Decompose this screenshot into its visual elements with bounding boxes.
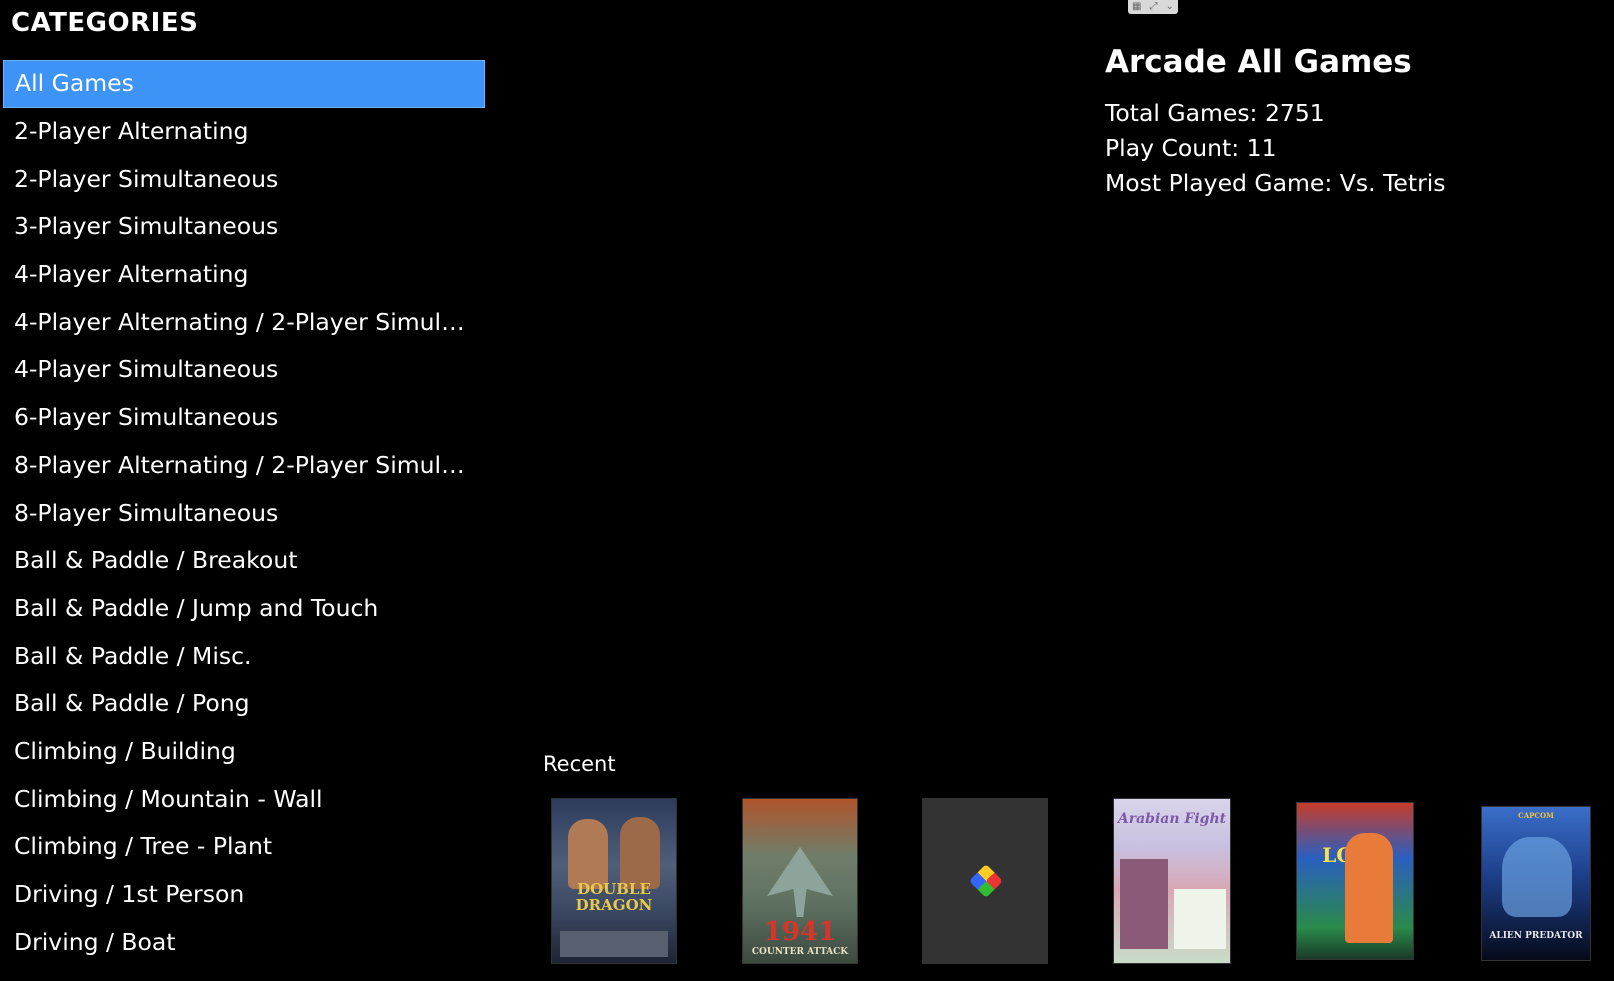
category-item[interactable]: 4-Player Alternating [3,251,485,299]
recent-label: Recent [543,752,616,776]
category-item[interactable]: Climbing / Tree - Plant [3,823,485,871]
category-item[interactable]: 3-Player Simultaneous [3,203,485,251]
recent-game-1941-counter-attack[interactable]: 1941 COUNTER ATTACK [742,798,858,964]
category-item[interactable]: Ball & Paddle / Misc. [3,633,485,681]
category-item[interactable]: Ball & Paddle / Jump and Touch [3,585,485,633]
play-count-stat: Play Count: 11 [1105,134,1277,162]
cube-icon [969,864,1003,898]
recent-game-arabian-fight[interactable]: Arabian Fight [1113,798,1231,964]
category-item[interactable]: 2-Player Alternating [3,108,485,156]
category-item[interactable]: 8-Player Simultaneous [3,490,485,538]
thumb-title: 1941 [763,917,837,947]
category-item[interactable]: Climbing / Building [3,728,485,776]
category-list: All Games 2-Player Alternating 2-Player … [3,60,485,966]
thumb-title: ALIEN PREDATOR [1489,931,1583,941]
recent-game-placeholder[interactable] [922,798,1048,964]
recent-game-lord-of-gun[interactable]: LORD [1296,802,1414,960]
thumb-title: DOUBLE DRAGON [575,880,653,914]
category-item[interactable]: Driving / Boat [3,919,485,967]
category-item[interactable]: 4-Player Simultaneous [3,346,485,394]
expand-icon[interactable]: ⤢ [1150,1,1158,13]
platform-title: Arcade All Games [1105,44,1412,80]
category-item[interactable]: Ball & Paddle / Pong [3,680,485,728]
recent-game-alien-vs-predator[interactable]: CAPCOM ALIEN PREDATOR [1481,806,1591,961]
category-item[interactable]: 2-Player Simultaneous [3,156,485,204]
category-item[interactable]: 4-Player Alternating / 2-Player Simult..… [3,299,485,347]
grid-view-icon[interactable]: ▦ [1132,1,1141,13]
categories-title: CATEGORIES [11,8,199,38]
category-item[interactable]: Ball & Paddle / Breakout [3,537,485,585]
category-item[interactable]: Driving / 1st Person [3,871,485,919]
thumb-subtitle: CAPCOM [1518,811,1554,820]
category-item-all-games[interactable]: All Games [3,60,485,108]
category-item[interactable]: Climbing / Mountain - Wall [3,776,485,824]
category-item[interactable]: 8-Player Alternating / 2-Player Simult..… [3,442,485,490]
thumb-subtitle: COUNTER ATTACK [751,947,849,957]
most-played-stat: Most Played Game: Vs. Tetris [1105,169,1446,197]
view-switcher[interactable]: ▦ ⤢ ⌄ [1128,0,1178,14]
recent-game-double-dragon[interactable]: DOUBLE DRAGON [551,798,677,964]
category-item[interactable]: 6-Player Simultaneous [3,394,485,442]
chevron-down-icon[interactable]: ⌄ [1166,1,1174,13]
total-games-stat: Total Games: 2751 [1105,99,1325,127]
thumb-title: Arabian Fight [1117,811,1227,827]
